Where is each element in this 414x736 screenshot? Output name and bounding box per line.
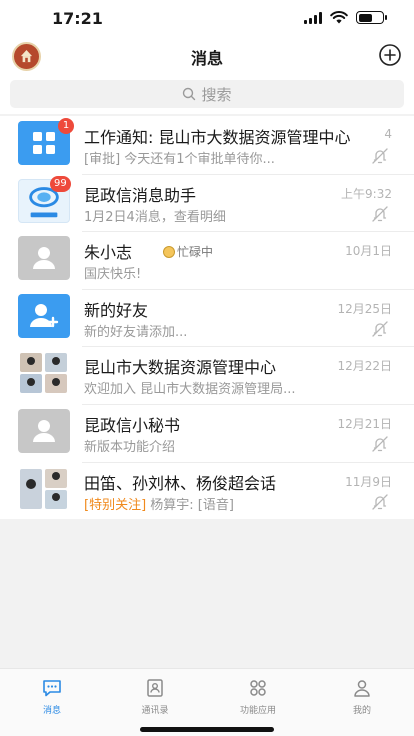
status-bar: 17:21 <box>0 0 414 36</box>
tab-label: 功能应用 <box>239 706 276 716</box>
mute-bell-icon <box>372 436 388 452</box>
row-subtitle-text: 杨算宇: [语音] <box>150 497 234 513</box>
special-attention-tag: [特别关注] <box>84 497 147 513</box>
tab-profile[interactable]: 我的 <box>322 677 402 716</box>
battery-icon <box>356 11 387 24</box>
row-title: 昆政信消息助手 <box>84 185 197 205</box>
page-title: 消息 <box>190 49 223 68</box>
mute-bell-icon <box>372 321 388 337</box>
profile-icon <box>354 680 370 697</box>
status-time: 17:21 <box>52 9 103 28</box>
busy-status: 忙碌中 <box>163 243 213 260</box>
conversation-list: 1 4 工作通知: 昆山市大数据资源管理中心 [审批] 今天还有1个审批单待你.… <box>0 116 414 520</box>
home-indicator[interactable] <box>140 727 274 732</box>
conversation-row-assistant[interactable]: 99 上午9:32 昆政信消息助手 1月2日4消息，查看明细 <box>0 173 414 232</box>
unread-badge: 1 <box>58 118 74 134</box>
contacts-icon <box>147 679 163 697</box>
conversation-row-secretary[interactable]: 12月21日 昆政信小秘书 新版本功能介绍 <box>0 403 414 462</box>
default-avatar <box>18 236 70 281</box>
person-icon <box>33 247 55 270</box>
row-subtitle: 1月2日4消息，查看明细 <box>84 209 226 225</box>
conversation-row-new-friends[interactable]: 12月25日 新的好友 新的好友请添加... <box>0 288 414 347</box>
row-subtitle: 欢迎加入 昆山市大数据资源管理局... <box>84 382 296 398</box>
busy-emoji-icon <box>163 245 175 258</box>
tab-label: 消息 <box>42 706 61 716</box>
apps-icon <box>250 680 266 696</box>
mute-bell-icon <box>372 148 388 164</box>
tab-bar: 消息 通讯录 功能应用 我的 <box>0 668 414 736</box>
row-title: 田笛、孙刘林、杨俊超会话 <box>84 473 277 493</box>
default-avatar <box>18 408 70 453</box>
row-title: 工作通知: 昆山市大数据资源管理中心 <box>84 128 351 147</box>
row-subtitle: 新的好友请添加... <box>84 324 188 340</box>
tab-apps[interactable]: 功能应用 <box>218 677 298 716</box>
status-icons <box>304 11 387 24</box>
row-time: 10月1日 <box>343 242 392 260</box>
tab-label: 我的 <box>352 706 371 716</box>
conversation-row-group-center[interactable]: 12月22日 昆山市大数据资源管理中心 欢迎加入 昆山市大数据资源管理局... <box>0 346 414 404</box>
search-input[interactable]: 搜索 <box>10 80 404 108</box>
group-avatar <box>18 351 70 396</box>
row-title: 昆政信小秘书 <box>84 415 181 435</box>
new-friends-avatar <box>18 293 70 338</box>
row-subtitle: [特别关注] 杨算宇: [语音] <box>84 494 369 513</box>
search-bar: 搜索 <box>0 76 414 114</box>
tab-messages[interactable]: 消息 <box>12 677 92 716</box>
wifi-icon <box>330 11 348 24</box>
chat-icon <box>43 680 61 697</box>
add-friend-icon <box>30 303 59 327</box>
row-title: 新的好友 <box>84 300 149 320</box>
group-avatar <box>18 466 70 511</box>
search-icon <box>183 87 196 101</box>
mute-bell-icon <box>372 205 388 222</box>
conversation-row-group-chat[interactable]: 11月9日 田笛、孙刘林、杨俊超会话 [特别关注] 杨算宇: [语音] <box>0 461 414 520</box>
person-icon <box>33 419 55 442</box>
row-title: 昆山市大数据资源管理中心 <box>84 358 277 378</box>
tab-contacts[interactable]: 通讯录 <box>115 677 195 716</box>
row-subtitle: 新版本功能介绍 <box>84 439 176 455</box>
nav-bar: 消息 <box>0 36 414 76</box>
conversation-row-zhu[interactable]: 10月1日 朱小志 忙碌中 国庆快乐! <box>0 231 414 289</box>
add-icon[interactable] <box>378 43 402 67</box>
mute-bell-icon <box>372 493 388 510</box>
row-title: 朱小志 <box>84 243 133 263</box>
cellular-signal-icon <box>304 11 322 24</box>
tab-label: 通讯录 <box>141 706 169 716</box>
search-placeholder: 搜索 <box>201 85 232 104</box>
conversation-row-work-notice[interactable]: 1 4 工作通知: 昆山市大数据资源管理中心 [审批] 今天还有1个审批单待你.… <box>0 116 414 174</box>
row-subtitle: [审批] 今天还有1个审批单待你... <box>84 152 275 167</box>
row-subtitle: 国庆快乐! <box>84 267 142 283</box>
unread-badge: 99 <box>50 175 71 192</box>
